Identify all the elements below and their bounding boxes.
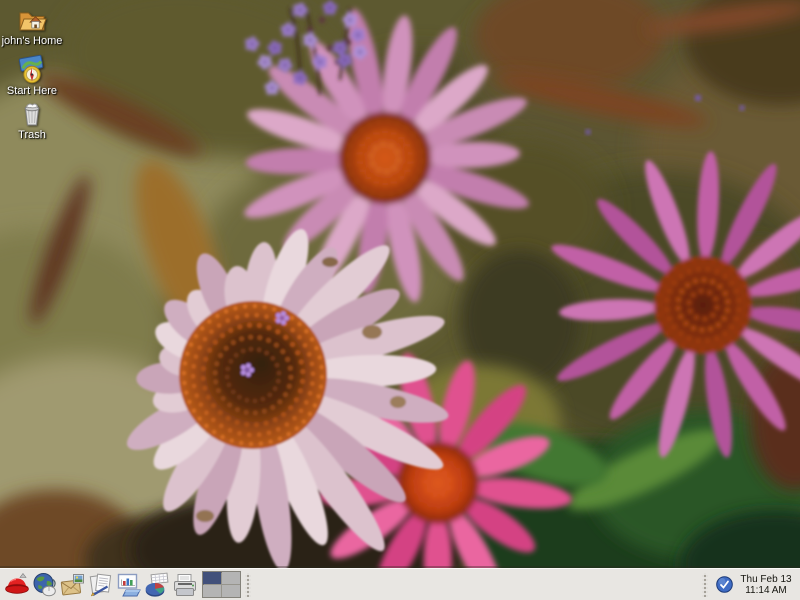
workspace-3[interactable] [203, 585, 221, 597]
word-processor-icon [88, 572, 114, 598]
web-browser-launcher[interactable] [31, 571, 58, 599]
clock-time: 11:14 AM [738, 585, 794, 596]
workspace-1[interactable] [203, 572, 221, 584]
spreadsheet-launcher[interactable] [143, 571, 170, 599]
desktop-icon-label: Start Here [1, 85, 63, 97]
desktop[interactable]: john's Home Start Here Trash [0, 0, 800, 568]
web-browser-icon [32, 572, 58, 598]
desktop-icon-start-here[interactable]: Start Here [1, 54, 63, 97]
trash-icon [17, 98, 47, 128]
spreadsheet-icon [144, 572, 170, 598]
home-folder-icon [17, 4, 47, 34]
printer-launcher[interactable] [171, 571, 198, 599]
panel-handle[interactable] [702, 573, 708, 597]
desktop-icon-label: Trash [1, 129, 63, 141]
panel-handle[interactable] [245, 573, 251, 597]
wallpaper-image [0, 0, 800, 568]
clock-applet[interactable]: Thu Feb 13 11:14 AM [738, 574, 794, 596]
workspace-4[interactable] [222, 585, 240, 597]
desktop-icon-trash[interactable]: Trash [1, 98, 63, 141]
desktop-icon-home[interactable]: john's Home [1, 4, 63, 47]
workspace-2[interactable] [222, 572, 240, 584]
main-menu-icon [4, 572, 30, 598]
clock-date: Thu Feb 13 [738, 574, 794, 585]
workspace-switcher [202, 571, 241, 598]
printer-icon [172, 572, 198, 598]
main-menu-button[interactable] [3, 571, 30, 599]
presentation-icon [116, 572, 142, 598]
desktop-icon-label: john's Home [1, 35, 63, 47]
rhn-check-icon[interactable] [716, 576, 733, 593]
start-here-icon [17, 54, 47, 84]
bottom-panel: Thu Feb 13 11:14 AM [0, 568, 800, 600]
word-processor-launcher[interactable] [87, 571, 114, 599]
email-icon [60, 572, 86, 598]
email-launcher[interactable] [59, 571, 86, 599]
presentation-launcher[interactable] [115, 571, 142, 599]
